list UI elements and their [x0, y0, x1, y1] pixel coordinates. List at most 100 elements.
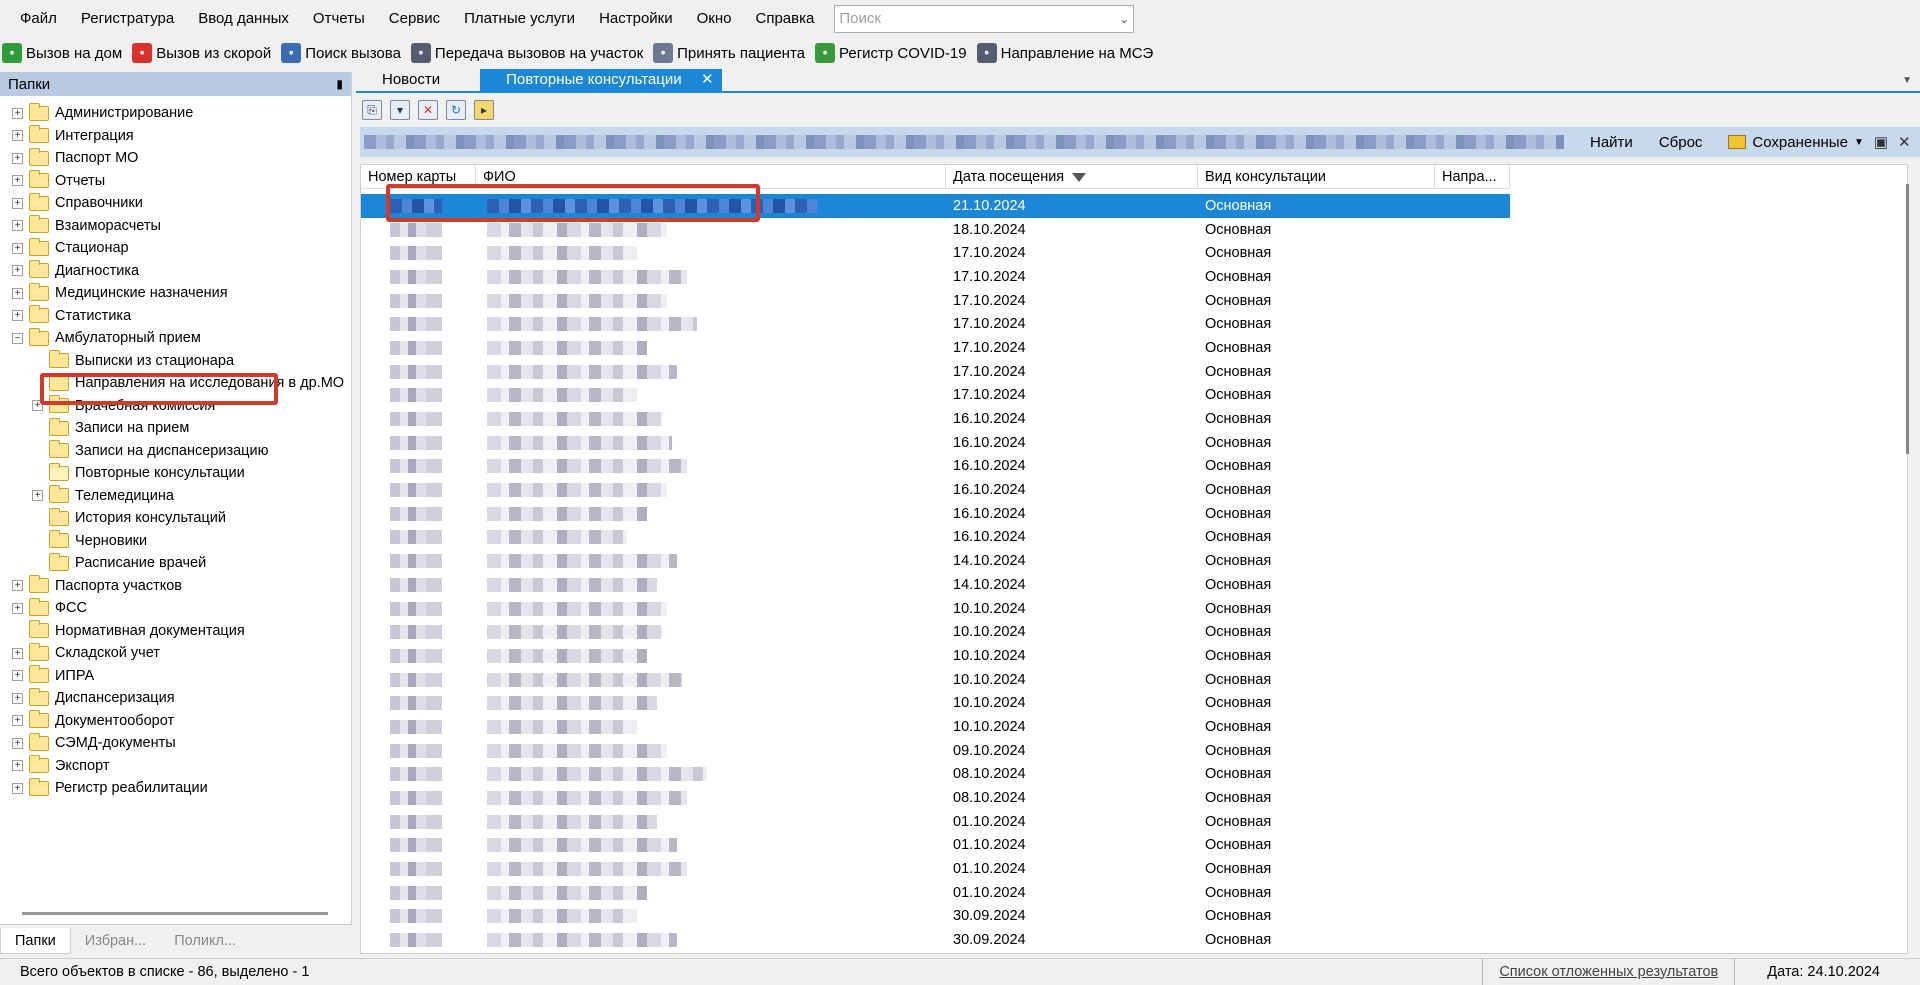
toolbar-button-0[interactable]: • Вызов на дом — [2, 43, 122, 63]
menu-item-2[interactable]: Ввод данных — [186, 0, 301, 37]
calendar-dropdown-icon[interactable]: ▾ — [390, 100, 410, 120]
table-row[interactable]: 16.10.2024 Основная — [361, 407, 1510, 431]
menu-item-1[interactable]: Регистратура — [69, 0, 186, 37]
tree-item[interactable]: + ИПРА — [0, 665, 351, 688]
expand-icon[interactable]: + — [12, 715, 23, 727]
table-row[interactable]: 01.10.2024 Основная — [361, 857, 1510, 881]
tab-news[interactable]: Новости — [356, 69, 466, 91]
tree-item[interactable]: + Диспансеризация — [0, 687, 351, 710]
tree-item[interactable]: + Справочники — [0, 192, 351, 215]
tree-item[interactable]: + ФСС — [0, 597, 351, 620]
chevron-down-icon[interactable]: ⌄ — [1119, 12, 1129, 26]
expand-icon[interactable]: + — [12, 647, 23, 659]
table-row[interactable]: 16.10.2024 Основная — [361, 455, 1510, 479]
expand-icon[interactable]: + — [12, 175, 23, 187]
toolbar-button-1[interactable]: • Вызов из скорой — [132, 43, 271, 63]
table-row[interactable]: 01.10.2024 Основная — [361, 881, 1510, 905]
tree-item[interactable]: + Документооборот — [0, 710, 351, 733]
table-row[interactable]: 17.10.2024 Основная — [361, 384, 1510, 408]
tree-item[interactable]: + Статистика — [0, 305, 351, 328]
toolbar-button-3[interactable]: • Передача вызовов на участок — [410, 43, 643, 63]
tree-item[interactable]: Записи на диспансеризацию — [0, 440, 351, 463]
tree-item[interactable]: + Медицинские назначения — [0, 282, 351, 305]
table-row[interactable]: 08.10.2024 Основная — [361, 763, 1510, 787]
expand-icon[interactable]: + — [12, 107, 23, 119]
table-row[interactable]: 16.10.2024 Основная — [361, 526, 1510, 550]
expand-icon[interactable]: + — [12, 130, 23, 142]
toolbar-button-6[interactable]: • Направление на МСЭ — [976, 43, 1153, 63]
table-row[interactable]: 09.10.2024 Основная — [361, 739, 1510, 763]
expand-icon[interactable]: + — [12, 670, 23, 682]
table-row[interactable]: 10.10.2024 Основная — [361, 644, 1510, 668]
vertical-scrollbar[interactable] — [1906, 184, 1909, 454]
expand-icon[interactable]: + — [12, 197, 23, 209]
horizontal-scrollbar[interactable] — [22, 912, 328, 915]
reset-button[interactable]: Сброс — [1659, 134, 1703, 151]
tab-list-dropdown-icon[interactable]: ▼ — [1902, 75, 1912, 86]
table-row[interactable]: 10.10.2024 Основная — [361, 691, 1510, 715]
menu-item-4[interactable]: Сервис — [377, 0, 452, 37]
expand-icon[interactable]: + — [12, 265, 23, 277]
tree-item[interactable]: + Интеграция — [0, 125, 351, 148]
table-row[interactable]: 16.10.2024 Основная — [361, 502, 1510, 526]
table-row[interactable]: 01.10.2024 Основная — [361, 810, 1510, 834]
toolbar-button-2[interactable]: • Поиск вызова — [281, 43, 401, 63]
refresh-icon[interactable]: ↻ — [446, 100, 466, 120]
menu-item-0[interactable]: Файл — [8, 0, 69, 37]
table-row[interactable]: 17.10.2024 Основная — [361, 336, 1510, 360]
tree-item[interactable]: + Регистр реабилитации — [0, 777, 351, 800]
panel-tab-2[interactable]: Поликл... — [160, 928, 250, 954]
tree-item[interactable]: + Телемедицина — [0, 485, 351, 508]
expand-icon[interactable]: + — [12, 220, 23, 232]
toolbar-button-4[interactable]: • Принять пациента — [653, 43, 805, 63]
tree-item[interactable]: + Стационар — [0, 237, 351, 260]
expand-icon[interactable]: + — [12, 602, 23, 614]
collapse-icon[interactable]: − — [12, 332, 23, 344]
tab-repeat-consultations[interactable]: Повторные консультации ✕ — [480, 69, 722, 91]
table-row[interactable]: 10.10.2024 Основная — [361, 715, 1510, 739]
table-row[interactable]: 10.10.2024 Основная — [361, 668, 1510, 692]
table-row[interactable]: 30.09.2024 Основная — [361, 905, 1510, 929]
expand-icon[interactable]: + — [12, 152, 23, 164]
panel-tab-1[interactable]: Избран... — [71, 928, 160, 954]
tree-item[interactable]: + Экспорт — [0, 755, 351, 778]
tree-item[interactable]: Нормативная документация — [0, 620, 351, 643]
expand-icon[interactable]: + — [12, 760, 23, 772]
tree-item[interactable]: + СЭМД-документы — [0, 732, 351, 755]
tree-item[interactable]: + Паспорт МО — [0, 147, 351, 170]
table-row[interactable]: 30.09.2024 Основная — [361, 928, 1510, 952]
filter-fields[interactable] — [364, 135, 1564, 149]
menu-item-5[interactable]: Платные услуги — [452, 0, 587, 37]
table-row[interactable]: 17.10.2024 Основная — [361, 241, 1510, 265]
table-row[interactable]: 01.10.2024 Основная — [361, 834, 1510, 858]
expand-icon[interactable]: + — [12, 782, 23, 794]
saved-filters-dropdown[interactable]: Сохраненные ▼ — [1728, 134, 1864, 151]
table-row[interactable]: 08.10.2024 Основная — [361, 786, 1510, 810]
open-folder-icon[interactable]: ▸ — [474, 100, 494, 120]
expand-icon[interactable]: + — [12, 692, 23, 704]
expand-icon[interactable]: + — [12, 242, 23, 254]
column-consultation-type[interactable]: Вид консультации — [1198, 165, 1435, 189]
table-row[interactable]: 14.10.2024 Основная — [361, 573, 1510, 597]
find-button[interactable]: Найти — [1590, 134, 1633, 151]
copy-icon[interactable]: ⎘ — [362, 100, 382, 120]
tree-item[interactable]: + Паспорта участков — [0, 575, 351, 598]
expand-icon[interactable]: + — [32, 490, 43, 502]
pin-icon[interactable]: ▮ — [336, 77, 343, 91]
column-visit-date[interactable]: Дата посещения — [946, 165, 1198, 189]
panel-tab-0[interactable]: Папки — [0, 928, 71, 954]
toolbar-button-5[interactable]: • Регистр COVID-19 — [815, 43, 967, 63]
table-row[interactable]: 10.10.2024 Основная — [361, 597, 1510, 621]
table-row[interactable]: 17.10.2024 Основная — [361, 360, 1510, 384]
tree-item[interactable]: Записи на прием — [0, 417, 351, 440]
tree-item[interactable]: + Администрирование — [0, 102, 351, 125]
tree-item[interactable]: Повторные консультации — [0, 462, 351, 485]
tree-item[interactable]: + Диагностика — [0, 260, 351, 283]
menu-item-7[interactable]: Окно — [685, 0, 744, 37]
menu-item-6[interactable]: Настройки — [587, 0, 685, 37]
tree-item[interactable]: Расписание врачей — [0, 552, 351, 575]
tree-item[interactable]: Выписки из стационара — [0, 350, 351, 373]
delete-document-icon[interactable]: ✕ — [418, 100, 438, 120]
menu-item-3[interactable]: Отчеты — [301, 0, 377, 37]
tree-item[interactable]: + Отчеты — [0, 170, 351, 193]
